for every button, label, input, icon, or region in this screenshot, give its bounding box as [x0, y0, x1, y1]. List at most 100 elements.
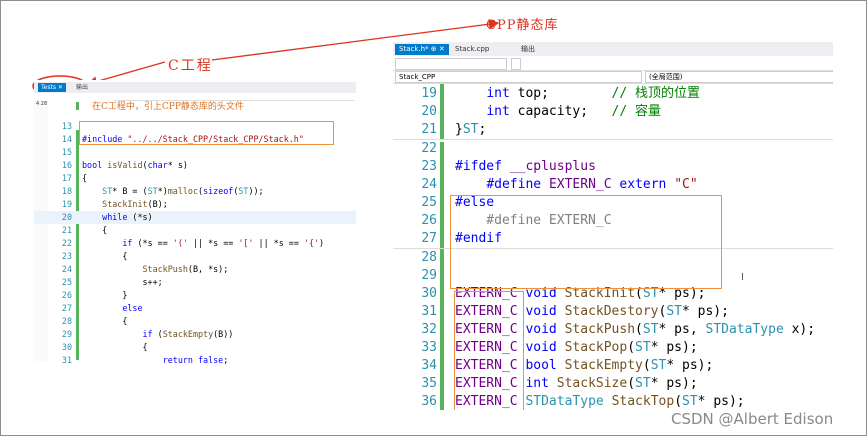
line-number: 28	[421, 250, 437, 265]
include-highlight-box	[79, 121, 334, 145]
code-line[interactable]: 20 while (*s)	[34, 211, 356, 224]
line-number: 27	[61, 303, 72, 313]
code-line[interactable]: 29 if (StackEmpty(B))	[34, 328, 356, 341]
spinner[interactable]	[511, 58, 521, 70]
watermark: CSDN @Albert Edison	[671, 410, 834, 428]
left-location: 4 28	[36, 101, 48, 107]
line-text: {	[82, 316, 128, 326]
code-line[interactable]: 16 bool isValid(char* s)	[34, 159, 356, 172]
line-number: 21	[61, 225, 72, 235]
code-line[interactable]: 23 #ifdef __cplusplus	[393, 158, 833, 176]
code-line[interactable]: 25 s++;	[34, 276, 356, 289]
code-line[interactable]: 31 return false;	[34, 354, 356, 364]
line-number: 29	[61, 329, 72, 339]
line-text: if (*s == '(' || *s == '[' || *s == '{')	[122, 238, 325, 248]
code-line[interactable]: 28 {	[34, 315, 356, 328]
line-number: 36	[421, 394, 437, 409]
line-number: 30	[61, 342, 72, 352]
line-number: 35	[421, 376, 437, 391]
ifdef-highlight-box	[450, 195, 722, 289]
annotation-include-note: 在C工程中，引上CPP静态库的头文件	[92, 102, 244, 112]
line-text: {	[82, 225, 108, 235]
line-text: if (StackEmpty(B))	[142, 329, 234, 339]
left-tab-bar: Tests ✕ 输出	[34, 82, 356, 93]
code-line[interactable]: 21 {	[34, 224, 356, 237]
line-number: 32	[421, 322, 437, 337]
code-line[interactable]: 30 {	[34, 341, 356, 354]
line-number: 34	[421, 358, 437, 373]
line-number: 26	[421, 213, 437, 228]
line-number: 20	[421, 104, 437, 119]
line-number: 23	[61, 251, 72, 261]
code-line[interactable]: 22	[393, 140, 833, 158]
line-number: 26	[61, 290, 72, 300]
code-line[interactable]: 18 ST* B = (ST*)malloc(sizeof(ST));	[34, 185, 356, 198]
code-line[interactable]: 19 StackInit(B);	[34, 198, 356, 211]
line-text: int top; // 栈顶的位置	[486, 86, 701, 101]
code-line[interactable]: 27 else	[34, 302, 356, 315]
tab-stack-h[interactable]: Stack.h* ⊕ ✕	[395, 44, 449, 55]
line-text: #define EXTERN_C extern "C"	[486, 177, 698, 192]
line-number: 23	[421, 159, 437, 174]
line-text: bool isValid(char* s)	[82, 160, 188, 170]
line-number: 31	[61, 355, 72, 364]
extern-c-highlight-box	[454, 291, 524, 410]
change-marker	[76, 102, 79, 110]
line-number: 25	[61, 277, 72, 287]
right-nav-bar: Stack_CPP (全局范围)	[393, 70, 833, 84]
line-number: 31	[421, 304, 437, 319]
code-line[interactable]: 24 StackPush(B, *s);	[34, 263, 356, 276]
project-combo[interactable]: Stack_CPP	[395, 71, 642, 83]
left-code-lines: 13 14 #include "../../Stack_CPP/Stack_CPP/…	[34, 120, 356, 364]
annotation-c-project: C工程	[168, 58, 213, 74]
line-text: StackInit(B);	[102, 199, 168, 209]
line-number: 14	[61, 134, 72, 144]
file-combo[interactable]	[395, 58, 507, 70]
line-number: 13	[61, 121, 72, 131]
line-text: else	[122, 303, 143, 313]
line-number: 19	[421, 86, 437, 101]
code-line[interactable]: 21 }ST;	[393, 121, 833, 140]
annotation-cpp-lib: CPP静态库	[486, 18, 559, 33]
line-text: ST* B = (ST*)malloc(sizeof(ST));	[102, 186, 264, 196]
line-text: StackPush(B, *s);	[142, 264, 229, 274]
line-text: while (*s)	[102, 212, 153, 222]
line-number: 15	[61, 147, 72, 157]
line-number: 22	[421, 141, 437, 156]
code-line[interactable]: 24 #define EXTERN_C extern "C"	[393, 176, 833, 194]
line-number: 21	[421, 122, 437, 137]
code-line[interactable]: 22 if (*s == '(' || *s == '[' || *s == '…	[34, 237, 356, 250]
right-tab-bar: Stack.h* ⊕ ✕ Stack.cpp 输出	[393, 42, 833, 56]
scope-combo[interactable]: (全局范围)	[645, 71, 833, 83]
line-number: 22	[61, 238, 72, 248]
line-number: 33	[421, 340, 437, 355]
line-text: }	[82, 290, 128, 300]
tab-output[interactable]: 输出	[521, 44, 535, 55]
line-number: 30	[421, 286, 437, 301]
right-code-editor: Stack.h* ⊕ ✕ Stack.cpp 输出 Stack_CPP (全局范…	[393, 42, 833, 410]
code-line[interactable]: 17 {	[34, 172, 356, 185]
code-line[interactable]: 23 {	[34, 250, 356, 263]
line-text: {	[82, 251, 128, 261]
tab-tests[interactable]: Tests ✕	[38, 83, 66, 92]
line-text: }ST;	[455, 122, 487, 137]
line-number: 17	[61, 173, 72, 183]
right-toolbar	[393, 57, 833, 71]
line-text: {	[82, 342, 148, 352]
line-text: #ifdef __cplusplus	[455, 159, 596, 174]
line-text: return false;	[162, 355, 229, 364]
line-number: 27	[421, 231, 437, 246]
tab-output[interactable]: 输出	[76, 83, 88, 92]
text-cursor-icon: I	[741, 272, 744, 283]
line-number: 29	[421, 268, 437, 283]
code-line[interactable]: 15	[34, 146, 356, 159]
line-number: 25	[421, 195, 437, 210]
line-number: 18	[61, 186, 72, 196]
tab-stack-cpp[interactable]: Stack.cpp	[455, 44, 489, 55]
code-line[interactable]: 19 int top; // 栈顶的位置	[393, 85, 833, 103]
code-line[interactable]: 26 }	[34, 289, 356, 302]
line-text: s++;	[82, 277, 163, 287]
line-number: 20	[61, 212, 72, 222]
code-line[interactable]: 20 int capacity; // 容量	[393, 103, 833, 121]
left-code-editor: Tests ✕ 输出 4 28 在C工程中，引上CPP静态库的头文件 13 14 #…	[34, 80, 356, 364]
